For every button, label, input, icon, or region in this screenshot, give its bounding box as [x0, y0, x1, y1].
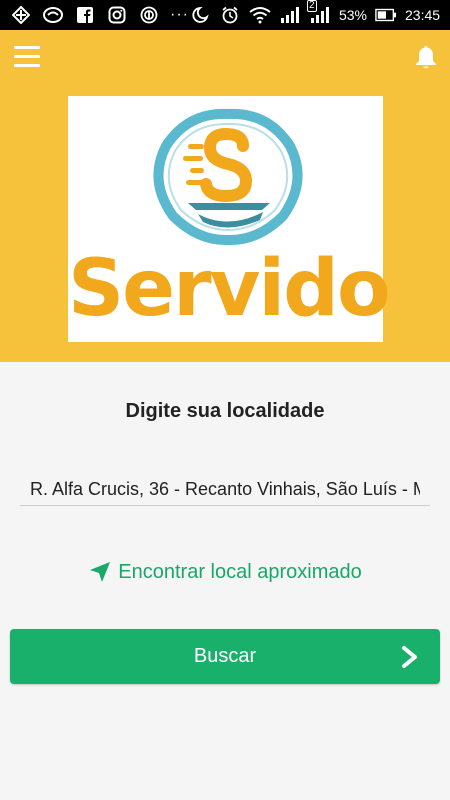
app-header: Servido [0, 30, 450, 362]
sim-slot-badge: 2 [306, 0, 317, 12]
signal-icon [279, 6, 301, 24]
bell-icon[interactable] [414, 44, 438, 70]
search-button[interactable]: Buscar [10, 629, 440, 684]
alarm-icon [219, 6, 241, 24]
signal-sim2: 2 [306, 0, 331, 24]
chevron-right-icon [402, 646, 417, 668]
logo-wordmark: Servido [68, 244, 391, 334]
wifi-icon [249, 6, 271, 24]
clock: 23:45 [405, 7, 441, 23]
page-title: Digite sua localidade [125, 400, 325, 422]
logo-emblem-icon [153, 108, 303, 246]
logo: Servido [68, 96, 391, 342]
status-bar-notifications: ··· [10, 6, 189, 24]
bank-icon [10, 6, 32, 24]
instagram-icon [106, 6, 128, 24]
battery-percent: 53% [338, 7, 368, 23]
nfc-icon [138, 6, 160, 24]
menu-icon[interactable] [14, 46, 40, 68]
more-notifications-icon: ··· [170, 6, 189, 23]
status-bar: ··· 2 53% 23:45 [0, 0, 450, 30]
battery-icon [375, 6, 397, 24]
navigation-arrow-icon [90, 562, 111, 582]
location-input[interactable] [20, 474, 430, 506]
find-location-label: Encontrar local aproximado [118, 560, 362, 583]
find-location-link[interactable]: Encontrar local aproximado [0, 560, 450, 584]
status-bar-system: 2 53% 23:45 [189, 0, 441, 24]
facebook-icon [74, 6, 96, 24]
moon-icon [189, 6, 211, 24]
search-button-label: Buscar [193, 645, 257, 667]
whatsapp-icon [42, 6, 64, 24]
